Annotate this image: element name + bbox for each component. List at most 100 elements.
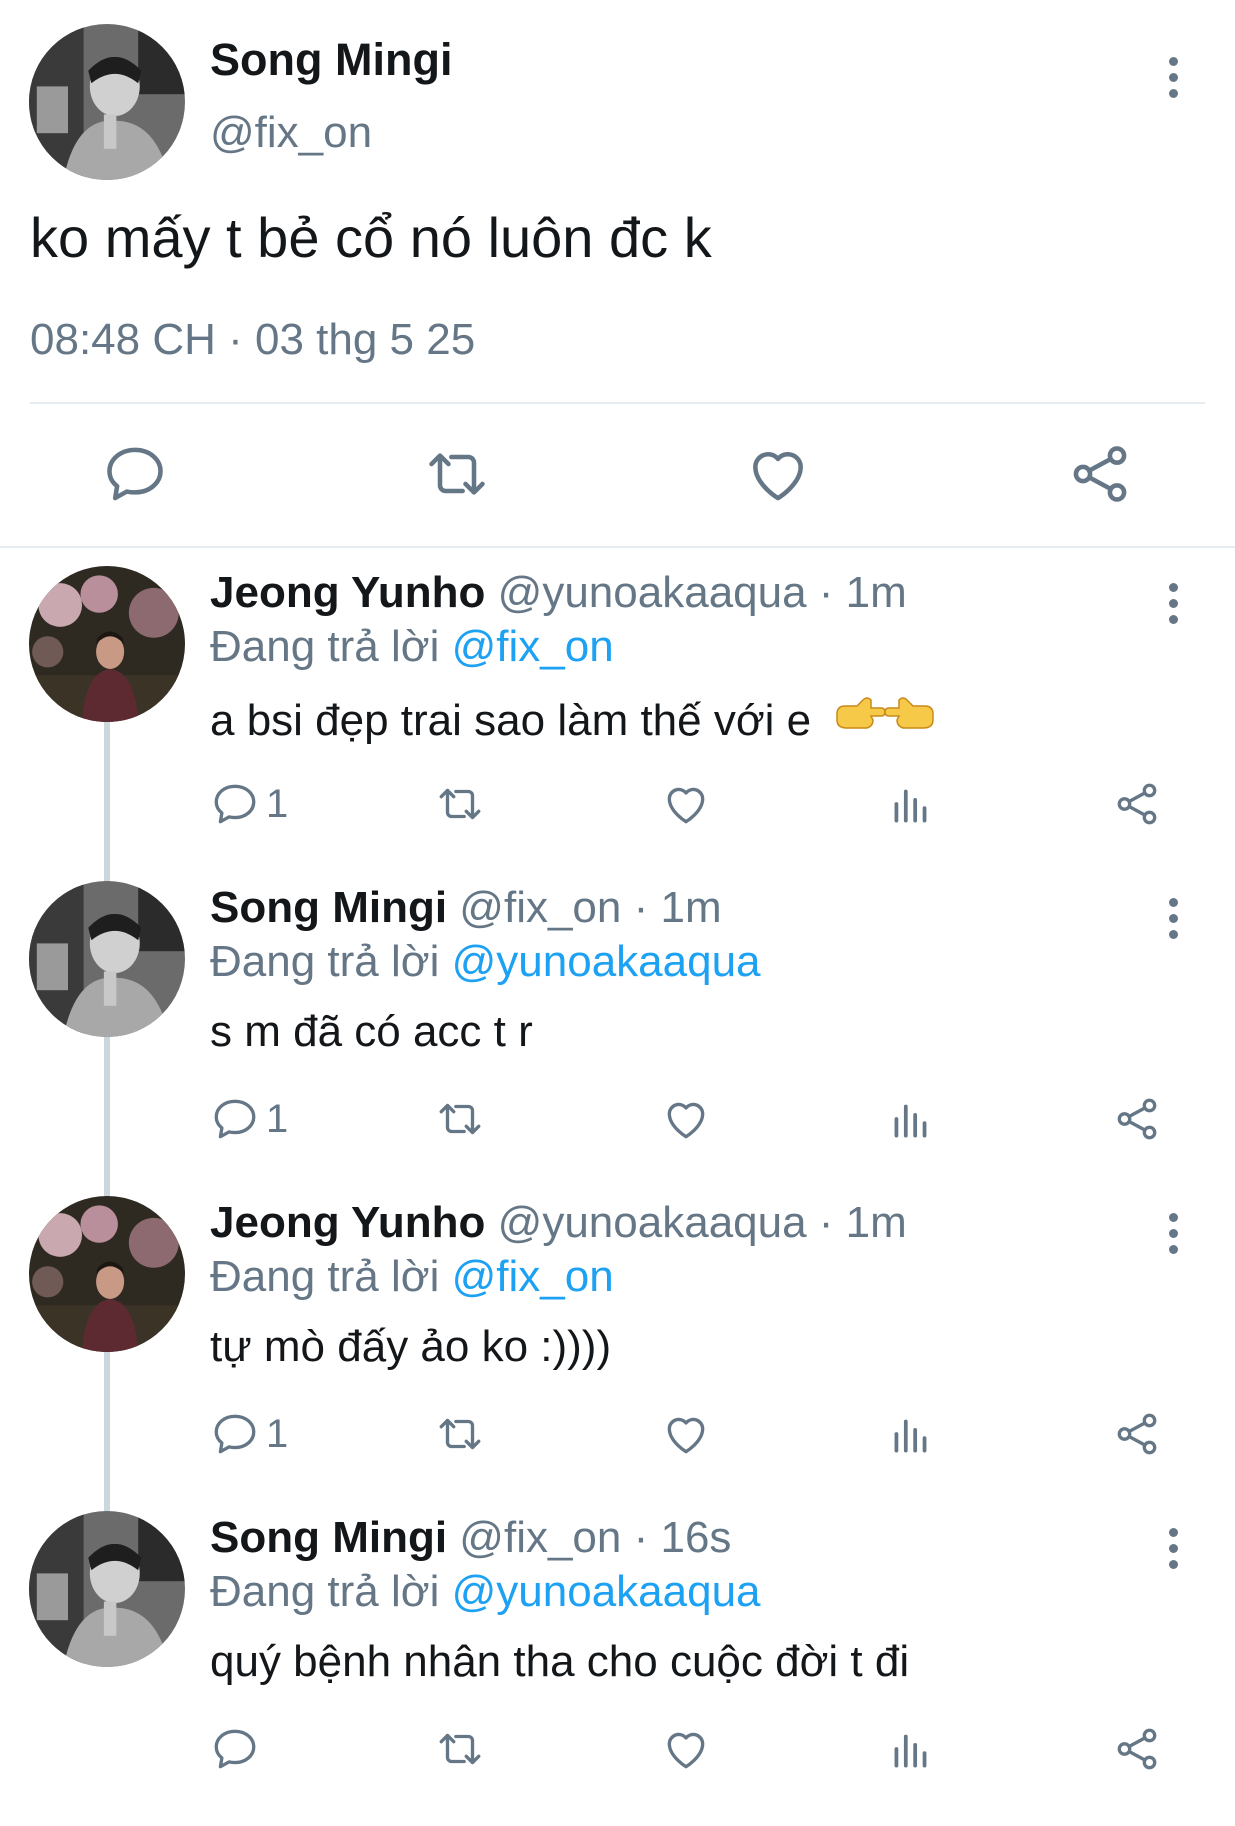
reply-button[interactable] <box>210 1723 266 1775</box>
mention-link[interactable]: @yunoakaaqua <box>452 937 761 986</box>
reply-tweet[interactable]: Jeong Yunho @yunoakaaqua · 1m Đang trả l… <box>0 566 1235 881</box>
reply-tweet[interactable]: Song Mingi @fix_on · 1m Đang trả lời @yu… <box>0 881 1235 1196</box>
replying-to: Đang trả lời @yunoakaaqua <box>210 1567 761 1617</box>
analytics-icon <box>894 1104 927 1138</box>
more-vertical-icon[interactable] <box>1158 578 1188 628</box>
reply-button[interactable]: 1 <box>210 778 288 830</box>
reply-actions: 1 <box>0 778 1235 830</box>
share-button[interactable] <box>1112 1093 1162 1145</box>
reply-button[interactable]: 1 <box>210 1093 288 1145</box>
reply-text-content: quý bệnh nhân tha cho cuộc đời t đi <box>210 1637 910 1686</box>
reply-icon <box>214 1099 256 1139</box>
analytics-icon <box>894 1419 927 1453</box>
like-icon <box>667 1732 705 1769</box>
share-icon <box>1117 1413 1157 1455</box>
reply-text-content: s m đã có acc t r <box>210 1007 533 1056</box>
reply-actions: 1 <box>0 1093 1235 1145</box>
author-name[interactable]: Jeong Yunho <box>210 568 485 617</box>
reply-actions <box>0 1723 1235 1775</box>
mention-link[interactable]: @yunoakaaqua <box>452 1567 761 1616</box>
author-name[interactable]: Song Mingi <box>210 883 447 932</box>
author-name[interactable]: Song Mingi <box>210 1513 447 1562</box>
reply-text: a bsi đẹp trai sao làm thế với e <box>210 692 937 755</box>
avatar[interactable] <box>29 24 185 180</box>
reply-header: Jeong Yunho @yunoakaaqua · 1m <box>210 1198 907 1248</box>
author-handle[interactable]: @fix_on <box>210 108 372 158</box>
reply-text: tự mò đấy ảo ko :)))) <box>210 1322 611 1372</box>
reply-header: Jeong Yunho @yunoakaaqua · 1m <box>210 568 907 618</box>
reply-tweet[interactable]: Jeong Yunho @yunoakaaqua · 1m Đang trả l… <box>0 1196 1235 1511</box>
retweet-icon <box>439 1733 481 1765</box>
like-button[interactable] <box>743 440 813 508</box>
share-icon <box>1073 446 1127 502</box>
share-button[interactable] <box>1112 778 1162 830</box>
main-tweet: Song Mingi @fix_on ko mấy t bẻ cổ nó luô… <box>0 0 1235 548</box>
retweet-button[interactable] <box>435 1723 485 1775</box>
avatar-photo-mingi <box>29 1511 185 1667</box>
analytics-icon <box>894 789 927 823</box>
more-vertical-icon[interactable] <box>1158 52 1188 102</box>
replying-to: Đang trả lời @fix_on <box>210 1252 614 1302</box>
tweet-actions <box>0 440 1235 508</box>
more-vertical-icon[interactable] <box>1158 893 1188 943</box>
like-icon <box>753 451 803 501</box>
like-button[interactable] <box>661 1093 711 1145</box>
like-icon <box>667 1102 705 1139</box>
share-icon <box>1117 1728 1157 1770</box>
reply-count: 1 <box>266 1096 289 1141</box>
reply-text: quý bệnh nhân tha cho cuộc đời t đi <box>210 1637 909 1687</box>
retweet-button[interactable] <box>422 440 492 508</box>
reply-icon <box>214 784 256 824</box>
reply-count: 1 <box>266 1411 289 1456</box>
retweet-button[interactable] <box>435 778 485 830</box>
analytics-button[interactable] <box>886 1723 936 1775</box>
retweet-icon <box>429 453 485 495</box>
more-vertical-icon[interactable] <box>1158 1523 1188 1573</box>
tweet-text: ko mấy t bẻ cổ nó luôn đc k <box>30 206 712 269</box>
avatar[interactable] <box>29 1511 185 1667</box>
mention-link[interactable]: @fix_on <box>452 622 614 671</box>
avatar[interactable] <box>29 881 185 1037</box>
like-button[interactable] <box>661 1723 711 1775</box>
like-button[interactable] <box>661 778 711 830</box>
replying-prefix: Đang trả lời <box>210 1252 452 1301</box>
reply-button[interactable] <box>100 440 170 508</box>
analytics-button[interactable] <box>886 1093 936 1145</box>
reply-count: 1 <box>266 781 289 826</box>
analytics-icon <box>894 1734 927 1768</box>
like-icon <box>667 1417 705 1454</box>
share-button[interactable] <box>1112 1408 1162 1460</box>
analytics-button[interactable] <box>886 778 936 830</box>
replying-prefix: Đang trả lời <box>210 937 452 986</box>
replying-prefix: Đang trả lời <box>210 1567 452 1616</box>
avatar[interactable] <box>29 566 185 722</box>
pointing-hands-emoji <box>833 692 937 755</box>
share-icon <box>1117 783 1157 825</box>
author-name[interactable]: Song Mingi <box>210 34 452 86</box>
reply-icon <box>107 447 163 501</box>
share-button[interactable] <box>1065 440 1135 508</box>
avatar[interactable] <box>29 1196 185 1352</box>
author-name[interactable]: Jeong Yunho <box>210 1198 485 1247</box>
retweet-icon <box>439 1103 481 1135</box>
share-icon <box>1117 1098 1157 1140</box>
analytics-button[interactable] <box>886 1408 936 1460</box>
mention-link[interactable]: @fix_on <box>452 1252 614 1301</box>
divider <box>30 402 1205 404</box>
replying-prefix: Đang trả lời <box>210 622 452 671</box>
like-button[interactable] <box>661 1408 711 1460</box>
reply-header: Song Mingi @fix_on · 16s <box>210 1513 731 1563</box>
replying-to: Đang trả lời @fix_on <box>210 622 614 672</box>
more-vertical-icon[interactable] <box>1158 1208 1188 1258</box>
reply-text-content: a bsi đẹp trai sao làm thế với e <box>210 696 812 746</box>
reply-tweet[interactable]: Song Mingi @fix_on · 16s Đang trả lời @y… <box>0 1511 1235 1826</box>
retweet-icon <box>439 1418 481 1450</box>
share-button[interactable] <box>1112 1723 1162 1775</box>
reply-button[interactable]: 1 <box>210 1408 288 1460</box>
reply-icon <box>214 1729 256 1769</box>
retweet-button[interactable] <box>435 1408 485 1460</box>
retweet-button[interactable] <box>435 1093 485 1145</box>
avatar-photo-mingi <box>29 881 185 1037</box>
reply-actions: 1 <box>0 1408 1235 1460</box>
retweet-icon <box>439 788 481 820</box>
